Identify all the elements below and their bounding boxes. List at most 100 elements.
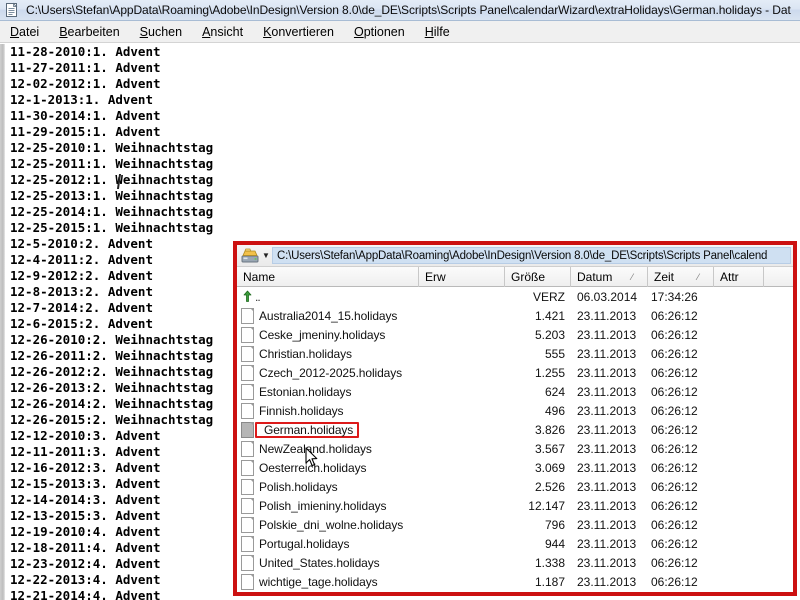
file-name-cell: Australia2014_15.holidays [237, 307, 419, 324]
editor-line: 11-28-2010:1. Advent [10, 44, 161, 59]
file-manager-window[interactable]: ▼ C:\Users\Stefan\AppData\Roaming\Adobe\… [233, 241, 797, 596]
file-name-cell: Portugal.holidays [237, 535, 419, 552]
file-icon [241, 554, 254, 571]
file-manager-path-bar[interactable]: ▼ C:\Users\Stefan\AppData\Roaming\Adobe\… [237, 245, 793, 267]
file-date-cell: 23.11.2013 [577, 574, 637, 589]
file-date-cell: 23.11.2013 [577, 346, 637, 361]
menu-rest-hilfe: ilfe [433, 24, 450, 39]
menu-item-hilfe[interactable]: Hilfe [425, 25, 450, 39]
sort-indicator-zeit: ⁄ [697, 271, 699, 282]
column-header-name[interactable]: Name [237, 266, 419, 287]
editor-line: 11-30-2014:1. Advent [10, 108, 161, 123]
menu-accel-datei: D [10, 24, 20, 39]
menu-item-konvertieren[interactable]: Konvertieren [263, 25, 334, 39]
menu-item-datei[interactable]: Datei [10, 25, 39, 39]
file-size-cell: 555 [544, 346, 565, 361]
chevron-down-icon[interactable]: ▼ [261, 251, 271, 260]
file-name-label: Finnish.holidays [259, 403, 344, 418]
file-size-cell: 1.187 [534, 574, 565, 589]
screen: C:\Users\Stefan\AppData\Roaming\Adobe\In… [0, 0, 800, 600]
document-icon [4, 2, 20, 18]
menu-item-ansicht[interactable]: Ansicht [202, 25, 243, 39]
file-date-cell: 23.11.2013 [577, 422, 637, 437]
file-name-cell: Ceske_jmeniny.holidays [237, 326, 419, 343]
up-arrow-icon[interactable] [241, 290, 254, 303]
menu-item-bearbeiten[interactable]: Bearbeiten [59, 25, 119, 39]
drive-folder-icon[interactable] [241, 247, 259, 264]
file-row[interactable]: Christian.holidays 555 23.11.2013 06:26:12 [237, 344, 793, 363]
file-icon [241, 326, 254, 343]
file-row[interactable]: NewZealand.holidays 3.567 23.11.2013 06:26:… [237, 439, 793, 458]
file-icon [241, 402, 254, 419]
column-label-attr: Attr [720, 269, 739, 284]
file-date-cell: 23.11.2013 [577, 555, 637, 570]
column-label-zeit: Zeit [654, 269, 675, 284]
file-row[interactable]: wichtige_tage.holidays 1.187 23.11.2013 06:… [237, 572, 793, 591]
column-header-zeit[interactable]: Zeit ⁄ [648, 266, 714, 287]
file-row[interactable]: Oesterreich.holidays 3.069 23.11.2013 06:26… [237, 458, 793, 477]
file-row[interactable]: Estonian.holidays 624 23.11.2013 06:26:12 [237, 382, 793, 401]
column-label-groesse: Größe [511, 269, 546, 284]
file-row[interactable]: Ceske_jmeniny.holidays 5.203 23.11.2013 06:… [237, 325, 793, 344]
column-header-attr[interactable]: Attr [714, 266, 764, 287]
file-name-label: Australia2014_15.holidays [259, 308, 398, 323]
menu-accel-hilfe: H [424, 24, 434, 39]
editor-line: 12-25-2015:1. Weihnachtstag [10, 220, 214, 235]
file-date-cell: 23.11.2013 [577, 308, 637, 323]
file-name-cell: Polish_imieniny.holidays [237, 497, 419, 514]
file-icon [241, 497, 254, 514]
file-name-label: Polish.holidays [259, 479, 338, 494]
file-name-label: Oesterreich.holidays [259, 460, 367, 475]
file-time-cell: 06:26:12 [651, 403, 698, 418]
file-manager-path-text[interactable]: C:\Users\Stefan\AppData\Roaming\Adobe\In… [272, 247, 791, 264]
editor-line: 12-02-2012:1. Advent [10, 76, 161, 91]
file-time-cell: 06:26:12 [651, 460, 698, 475]
column-label-datum: Datum [577, 269, 613, 284]
menu-item-suchen[interactable]: Suchen [140, 25, 182, 39]
file-row[interactable]: Polish.holidays 2.526 23.11.2013 06:26:12 [237, 477, 793, 496]
file-time-cell: 06:26:12 [651, 479, 698, 494]
column-header-datum[interactable]: Datum ⁄ [571, 266, 648, 287]
file-icon [241, 535, 254, 552]
file-row[interactable]: Polish_imieniny.holidays 12.147 23.11.2013… [237, 496, 793, 515]
column-label-name: Name [243, 269, 276, 284]
file-size-cell: 624 [544, 384, 565, 399]
column-header-groesse[interactable]: Größe [505, 266, 571, 287]
file-row[interactable]: Portugal.holidays 944 23.11.2013 06:26:12 [237, 534, 793, 553]
file-name-cell: Czech_2012-2025.holidays [237, 364, 419, 381]
menu-rest-datei: atei [19, 24, 40, 39]
file-list[interactable]: .. VERZ 06.03.2014 17:34:26 Australia2014_15… [237, 287, 793, 591]
parent-directory-row[interactable]: .. VERZ 06.03.2014 17:34:26 [237, 287, 793, 306]
file-size-cell: 944 [544, 536, 565, 551]
file-name-label: Ceske_jmeniny.holidays [259, 327, 386, 342]
file-size-cell: 796 [544, 517, 565, 532]
editor-line: 12-25-2013:1. Weihnachtstag [10, 188, 214, 203]
file-name-cell: NewZealand.holidays [237, 440, 419, 457]
file-row[interactable]: Polskie_dni_wolne.holidays 796 23.11.2013 0… [237, 515, 793, 534]
file-name-label: German.holidays [264, 422, 354, 437]
file-icon [241, 516, 254, 533]
file-row[interactable]: United_States.holidays 1.338 23.11.2013 06:… [237, 553, 793, 572]
file-name-label: wichtige_tage.holidays [259, 574, 378, 589]
menu-item-optionen[interactable]: Optionen [354, 25, 405, 39]
file-size-cell: 3.069 [534, 460, 565, 475]
file-time-cell: 06:26:12 [651, 365, 698, 380]
editor-title-bar[interactable]: C:\Users\Stefan\AppData\Roaming\Adobe\In… [0, 0, 800, 21]
file-name-cell: Finnish.holidays [237, 402, 419, 419]
editor-line: 12-25-2011:1. Weihnachtstag [10, 156, 214, 171]
file-size-cell: 3.567 [534, 441, 565, 456]
file-name-cell: German.holidays [237, 421, 419, 438]
column-header-erw[interactable]: Erw [419, 266, 505, 287]
file-icon [241, 440, 254, 457]
file-row[interactable]: German.holidays 3.826 23.11.2013 06:26:12 [237, 420, 793, 439]
file-name-label: Christian.holidays [259, 346, 352, 361]
file-size-cell: 1.421 [534, 308, 565, 323]
parent-dir-date-cell: 06.03.2014 [577, 289, 638, 304]
file-icon [241, 459, 254, 476]
file-name-cell: Christian.holidays [237, 345, 419, 362]
file-row[interactable]: Australia2014_15.holidays 1.421 23.11.2013… [237, 306, 793, 325]
file-icon [241, 345, 254, 362]
file-row[interactable]: Finnish.holidays 496 23.11.2013 06:26:12 [237, 401, 793, 420]
file-row[interactable]: Czech_2012-2025.holidays 1.255 23.11.2013 0… [237, 363, 793, 382]
file-name-label: Portugal.holidays [259, 536, 350, 551]
